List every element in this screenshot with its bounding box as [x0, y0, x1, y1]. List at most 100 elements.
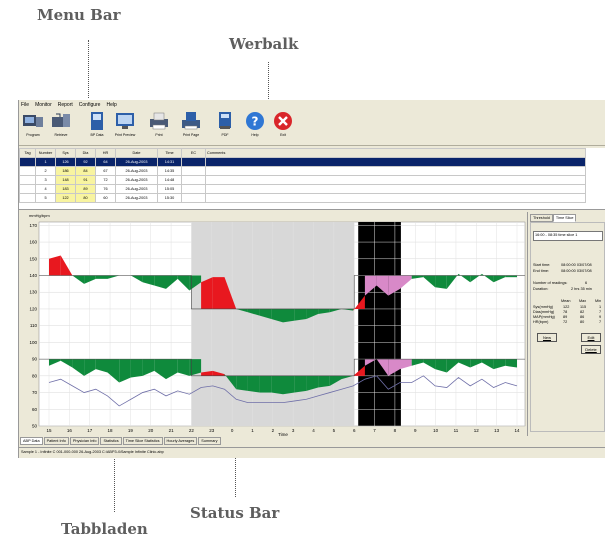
- tab-patient-info[interactable]: Patient Info: [43, 437, 69, 445]
- stats-dias-max: 82: [580, 310, 585, 314]
- tab-threshold[interactable]: Threshold: [530, 214, 553, 222]
- tab-statistics[interactable]: Statistics: [100, 437, 122, 445]
- cell-tag: [19, 157, 36, 167]
- systolic-area-segment: [95, 275, 108, 279]
- stats-hr-max: 80: [580, 320, 585, 324]
- printer-icon: [150, 112, 168, 130]
- col-hr[interactable]: HR: [95, 148, 116, 158]
- col-ec[interactable]: EC: [181, 148, 206, 158]
- x-tick-label: 2: [272, 428, 275, 433]
- y-tick-label: 150: [29, 256, 37, 261]
- end-time-value: 08:00:00 03/07/08: [561, 269, 592, 273]
- col-date[interactable]: Date: [115, 148, 158, 158]
- tab-hourly-averages[interactable]: Hourly Averages: [163, 437, 198, 445]
- cell-date: 26-Aug-2003: [115, 157, 158, 167]
- col-tag[interactable]: Tag: [19, 148, 36, 158]
- tab-physician-info[interactable]: Physician Info: [69, 437, 100, 445]
- tab-summary[interactable]: Summary: [198, 437, 221, 445]
- delete-slice-button[interactable]: Delete: [581, 345, 601, 354]
- new-slice-button[interactable]: New: [537, 333, 557, 342]
- cell-time: 14:31: [157, 157, 182, 167]
- bp-data-icon: [91, 112, 103, 130]
- print-button[interactable]: Print: [147, 111, 171, 143]
- x-tick-label: 6: [353, 428, 356, 433]
- cell-dia: 91: [75, 175, 96, 185]
- cell-date: 26-Aug-2003: [115, 184, 158, 194]
- toolbar: Program Retrieve BP Data Print Preview P…: [19, 109, 605, 146]
- help-button[interactable]: ? Help: [243, 111, 267, 143]
- monitor-program-icon: [23, 115, 43, 127]
- pdf-button[interactable]: PDF: [213, 111, 237, 143]
- x-tick-label: 13: [494, 428, 500, 433]
- tab-abp-data[interactable]: ABP Data: [20, 437, 43, 445]
- tab-strip: ABP Data Patient Info Physician Info Sta…: [19, 437, 605, 446]
- cell-sys: 148: [55, 175, 76, 185]
- chart-title: mmHg/bpm: [29, 213, 50, 218]
- menu-report[interactable]: Report: [58, 102, 73, 108]
- menu-configure[interactable]: Configure: [79, 102, 101, 108]
- time-slice-panel: 16:00 - 08:35 time slice 1 Start time: 0…: [530, 222, 605, 432]
- cell-hr: 76: [95, 184, 116, 194]
- duration-label: Duration:: [533, 287, 549, 291]
- tab-time-slice[interactable]: Time Slice: [552, 214, 577, 222]
- stats-map-max: 86: [580, 315, 585, 319]
- retrieve-button[interactable]: Retrieve: [49, 111, 73, 143]
- stats-sys-max: 115: [580, 305, 587, 309]
- cell-dia: 92: [75, 157, 96, 167]
- stats-header-min: Min: [595, 299, 602, 303]
- menu-bar-leader: [88, 40, 89, 98]
- x-tick-label: 0: [231, 428, 234, 433]
- menu-help[interactable]: Help: [106, 102, 116, 108]
- stats-map-min: 9: [599, 315, 602, 319]
- cell-sys: 126: [55, 157, 76, 167]
- cell-date: 26-Aug-2003: [115, 193, 158, 203]
- exit-button[interactable]: Exit: [271, 111, 295, 143]
- right-panel-tabs: Threshold Time Slice: [530, 214, 577, 222]
- tab-time-slice-statistics[interactable]: Time Slice Statistics: [122, 437, 163, 445]
- print-page-button[interactable]: Print Page: [179, 111, 203, 143]
- col-time[interactable]: Time: [157, 148, 182, 158]
- x-tick-label: 23: [209, 428, 215, 433]
- diastolic-area-segment: [259, 375, 272, 393]
- time-slice-list[interactable]: 16:00 - 08:35 time slice 1: [533, 231, 603, 241]
- diastolic-area-segment: [294, 375, 307, 393]
- stats-sys-mean: 122: [563, 305, 570, 309]
- x-tick-label: 4: [312, 428, 315, 433]
- cell-hr: 67: [95, 166, 116, 176]
- status-bar: Sample 1 - Infinite C 001-000-000 26-Aug…: [19, 447, 605, 457]
- menu-monitor[interactable]: Monitor: [35, 102, 52, 108]
- col-comments[interactable]: Comments: [205, 148, 586, 158]
- systolic-area-segment: [435, 275, 447, 289]
- col-sys[interactable]: Sys: [55, 148, 76, 158]
- bp-data-button[interactable]: BP Data: [85, 111, 109, 143]
- diastolic-area-segment: [283, 375, 295, 395]
- table-row[interactable]: 5 122 80 60 26-Aug-2003 15:30: [19, 193, 586, 203]
- stats-hr-min: 7: [599, 320, 602, 324]
- cell-sys: 183: [55, 184, 76, 194]
- program-button[interactable]: Program: [21, 111, 45, 143]
- marked-time-slice: [358, 222, 401, 426]
- cell-comments: [205, 184, 586, 194]
- table-row[interactable]: 2 186 84 67 26-Aug-2003 14:35: [19, 166, 586, 176]
- status-bar-leader: [235, 455, 236, 497]
- cell-tag: [19, 175, 36, 185]
- table-row[interactable]: 3 148 91 72 26-Aug-2003 14:48: [19, 175, 586, 185]
- stats-label-sys: Sys(mmHg): [533, 305, 554, 309]
- menu-file[interactable]: File: [21, 102, 29, 108]
- diastolic-area-segment: [247, 375, 260, 393]
- systolic-area-segment: [283, 308, 295, 323]
- cell-time: 15:05: [157, 184, 182, 194]
- table-row[interactable]: 4 183 89 76 26-Aug-2003 15:05: [19, 184, 586, 194]
- x-axis-label: Time: [278, 432, 288, 436]
- stats-sys-min: 1: [599, 305, 602, 309]
- col-dia[interactable]: Dia: [75, 148, 96, 158]
- cell-date: 26-Aug-2003: [115, 175, 158, 185]
- cell-ec: [181, 184, 206, 194]
- col-number[interactable]: Number: [35, 148, 56, 158]
- cell-sys: 186: [55, 166, 76, 176]
- table-row[interactable]: 1 126 92 64 26-Aug-2003 14:31: [19, 157, 586, 167]
- exit-icon: [274, 112, 292, 130]
- x-tick-label: 18: [108, 428, 114, 433]
- print-preview-button[interactable]: Print Preview: [113, 111, 137, 143]
- edit-slice-button[interactable]: Edit: [581, 333, 601, 342]
